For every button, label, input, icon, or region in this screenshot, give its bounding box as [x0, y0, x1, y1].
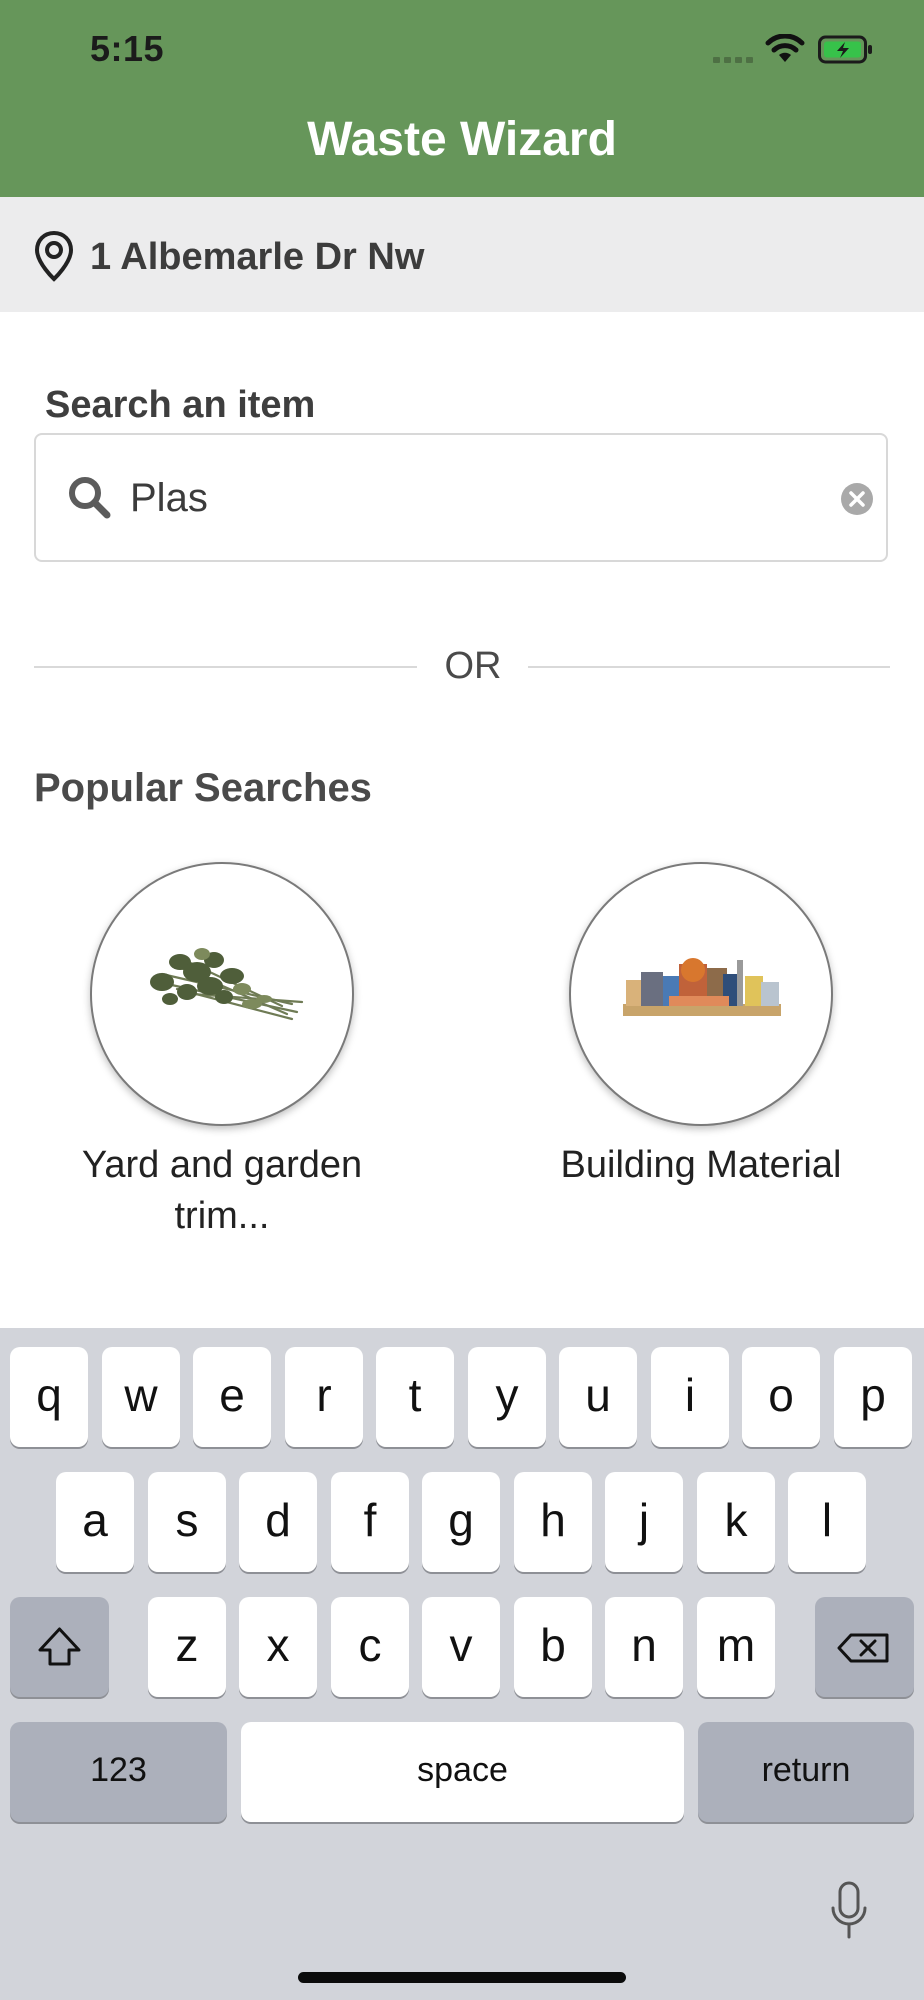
key-m[interactable]: m [697, 1597, 775, 1697]
backspace-icon [837, 1633, 889, 1663]
key-k[interactable]: k [697, 1472, 775, 1572]
key-r[interactable]: r [285, 1347, 363, 1447]
key-t[interactable]: t [376, 1347, 454, 1447]
building-material-image [623, 958, 781, 1016]
app-title: Waste Wizard [307, 113, 617, 166]
popular-item-building-material[interactable] [569, 862, 833, 1126]
status-time: 5:15 [90, 28, 165, 69]
wifi-icon [765, 34, 805, 62]
key-n[interactable]: n [605, 1597, 683, 1697]
search-label: Search an item [45, 384, 316, 426]
key-w[interactable]: w [102, 1347, 180, 1447]
location-pin-icon [34, 230, 74, 282]
yard-trimmings-image [150, 948, 304, 1021]
key-p[interactable]: p [834, 1347, 912, 1447]
key-q[interactable]: q [10, 1347, 88, 1447]
space-key[interactable]: space [241, 1722, 684, 1822]
popular-item-yard-trimmings[interactable] [90, 862, 354, 1126]
key-l[interactable]: l [788, 1472, 866, 1572]
key-z[interactable]: z [148, 1597, 226, 1697]
shift-icon [38, 1627, 81, 1666]
return-key[interactable]: return [698, 1722, 914, 1822]
key-h[interactable]: h [514, 1472, 592, 1572]
key-u[interactable]: u [559, 1347, 637, 1447]
cellular-signal-icon [713, 57, 753, 63]
key-a[interactable]: a [56, 1472, 134, 1572]
key-e[interactable]: e [193, 1347, 271, 1447]
key-i[interactable]: i [651, 1347, 729, 1447]
key-f[interactable]: f [331, 1472, 409, 1572]
backspace-key[interactable] [815, 1597, 914, 1697]
key-s[interactable]: s [148, 1472, 226, 1572]
popular-searches-title: Popular Searches [34, 766, 372, 810]
key-d[interactable]: d [239, 1472, 317, 1572]
popular-item-yard-trimmings-label[interactable]: Yard and garden trim... [72, 1140, 372, 1242]
numbers-key[interactable]: 123 [10, 1722, 227, 1822]
key-y[interactable]: y [468, 1347, 546, 1447]
divider-line-left [34, 666, 417, 668]
key-g[interactable]: g [422, 1472, 500, 1572]
or-divider-text: OR [444, 645, 502, 687]
search-input[interactable] [130, 470, 830, 526]
shift-key[interactable] [10, 1597, 109, 1697]
key-j[interactable]: j [605, 1472, 683, 1572]
search-icon [69, 477, 111, 519]
key-c[interactable]: c [331, 1597, 409, 1697]
key-v[interactable]: v [422, 1597, 500, 1697]
key-b[interactable]: b [514, 1597, 592, 1697]
popular-item-building-material-label[interactable]: Building Material [551, 1140, 851, 1191]
home-indicator [298, 1972, 626, 1983]
divider-line-right [528, 666, 890, 668]
battery-icon [818, 35, 872, 64]
clear-search-icon[interactable] [840, 482, 874, 516]
location-address[interactable]: 1 Albemarle Dr Nw [90, 236, 424, 279]
microphone-icon[interactable] [828, 1880, 870, 1942]
key-x[interactable]: x [239, 1597, 317, 1697]
key-o[interactable]: o [742, 1347, 820, 1447]
